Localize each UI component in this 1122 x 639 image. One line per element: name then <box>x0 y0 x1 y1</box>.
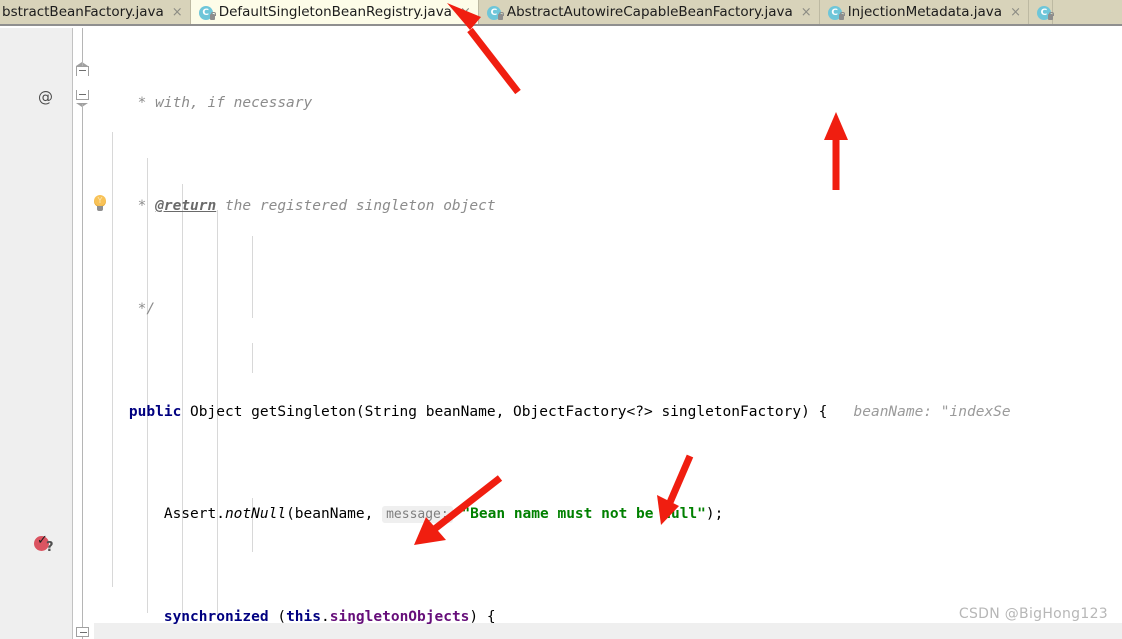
editor-tab-abstractbeanfactory[interactable]: bstractBeanFactory.java × <box>0 0 191 24</box>
editor-tab-abstractautowirecapablebeanfactory[interactable]: C AbstractAutowireCapableBeanFactory.jav… <box>478 0 820 24</box>
code-line[interactable]: Assert.notNull(beanName, message: "Bean … <box>0 502 1122 528</box>
editor-tab-label: DefaultSingletonBeanRegistry.java <box>218 4 452 20</box>
editor-tab-label: AbstractAutowireCapableBeanFactory.java <box>506 4 793 20</box>
code-line[interactable]: * with, if necessary <box>0 91 1122 117</box>
code-content[interactable]: * with, if necessary * @return the regis… <box>0 28 1122 625</box>
code-line[interactable]: * @return the registered singleton objec… <box>0 194 1122 220</box>
editor-tab-partial[interactable]: C <box>1028 0 1054 24</box>
close-icon[interactable]: × <box>800 5 812 20</box>
code-editor[interactable]: @ ✓? * with, if necessary * @return the … <box>0 28 1122 639</box>
close-icon[interactable]: × <box>171 5 183 20</box>
java-class-locked-icon: C <box>1036 5 1054 20</box>
editor-tab-defaultsingletonbeanregistry[interactable]: C DefaultSingletonBeanRegistry.java × <box>190 0 479 24</box>
code-line[interactable]: */ <box>0 297 1122 323</box>
code-line[interactable]: synchronized (this.singletonObjects) { <box>0 605 1122 631</box>
java-class-locked-icon: C <box>198 5 216 20</box>
editor-tab-bar: bstractBeanFactory.java × C DefaultSingl… <box>0 0 1122 26</box>
editor-tab-label: bstractBeanFactory.java <box>2 4 164 20</box>
editor-tab-injectionmetadata[interactable]: C InjectionMetadata.java × <box>819 0 1029 24</box>
close-icon[interactable]: × <box>459 5 471 20</box>
editor-tab-label: InjectionMetadata.java <box>847 4 1003 20</box>
parameter-hint: message: <box>382 506 453 524</box>
code-line[interactable]: public Object getSingleton(String beanNa… <box>0 400 1122 426</box>
java-class-locked-icon: C <box>486 5 504 20</box>
java-class-locked-icon: C <box>827 5 845 20</box>
watermark: CSDN @BigHong123 <box>958 606 1108 622</box>
close-icon[interactable]: × <box>1009 5 1021 20</box>
ide-window: bstractBeanFactory.java × C DefaultSingl… <box>0 0 1122 639</box>
